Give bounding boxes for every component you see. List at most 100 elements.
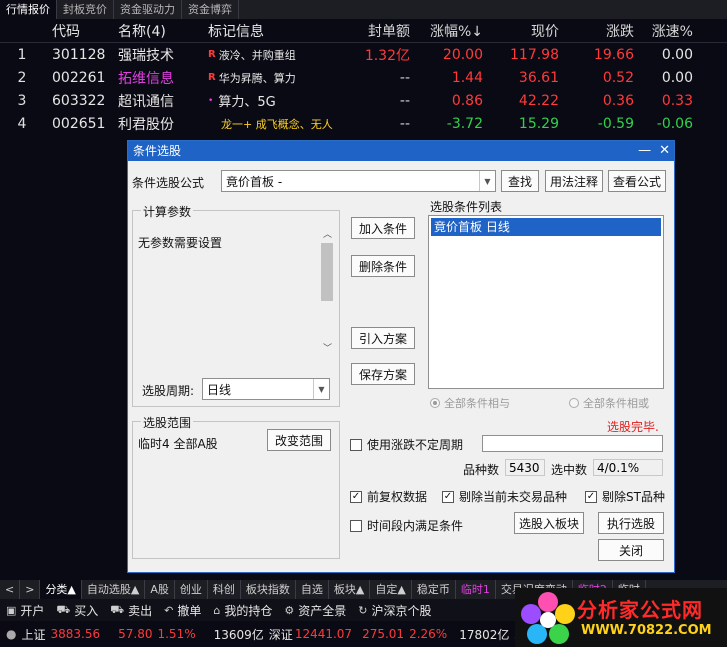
chevron-down-icon[interactable]: ▼ bbox=[313, 379, 329, 399]
chevron-down-icon[interactable]: ▼ bbox=[479, 171, 495, 191]
header-price[interactable]: 现价 bbox=[483, 19, 559, 42]
speed: 0.00 bbox=[661, 46, 693, 63]
header-speed[interactable]: 涨速% bbox=[634, 19, 693, 42]
cancel-order-label: 撤单 bbox=[177, 603, 202, 618]
dialog-title: 条件选股 bbox=[128, 141, 674, 161]
scroll-right-icon[interactable]: > bbox=[20, 580, 41, 599]
usage-notes-button[interactable]: 用法注释 bbox=[545, 170, 603, 192]
exclude-st-checkbox[interactable]: ✓ 剔除ST品种 bbox=[585, 488, 665, 505]
header-pct[interactable]: 涨幅%↓ bbox=[410, 19, 483, 42]
speed: 0.33 bbox=[661, 92, 693, 109]
radio-or-label: 全部条件相或 bbox=[583, 397, 649, 410]
price: 15.29 bbox=[518, 115, 559, 132]
chevron-up-icon[interactable]: ︿ bbox=[323, 227, 332, 240]
stock-scope-button[interactable]: ↻ 沪深京个股 bbox=[352, 602, 437, 619]
use-period-label: 使用涨跌不定周期 bbox=[367, 438, 464, 452]
table-row[interactable]: 4 002651 利君股份 龙一+ 成飞概念、无人 -- -3.72 15.29… bbox=[0, 112, 727, 135]
stock-code: 002651 bbox=[52, 115, 106, 132]
add-condition-button[interactable]: 加入条件 bbox=[351, 217, 415, 239]
tab-chinext[interactable]: 创业 bbox=[175, 580, 208, 599]
exclude-untraded-checkbox[interactable]: ✓ 剔除当前未交易品种 bbox=[442, 488, 567, 505]
seal-amount: -- bbox=[399, 92, 410, 109]
period-input[interactable] bbox=[482, 435, 663, 452]
sell-button[interactable]: ⛟ 卖出 bbox=[104, 602, 158, 619]
interval-label: 时间段内满足条件 bbox=[367, 519, 464, 533]
radio-all-or[interactable]: 全部条件相或 bbox=[569, 395, 649, 411]
chevron-down-icon[interactable]: ﹀ bbox=[323, 341, 332, 354]
sh-pct: 1.51% bbox=[157, 627, 196, 641]
radio-all-and[interactable]: 全部条件相与 bbox=[430, 395, 510, 411]
tab-stablecoin[interactable]: 稳定币 bbox=[412, 580, 456, 599]
add-to-board-button[interactable]: 选股入板块 bbox=[514, 512, 584, 534]
stock-name: 强瑞技术 bbox=[118, 47, 174, 64]
watermark-logo: 分析家公式网 WWW.70822.COM bbox=[515, 588, 727, 647]
table-row[interactable]: 3 603322 超讯通信 • 算力、5G -- 0.86 42.22 0.36 … bbox=[0, 89, 727, 112]
header-tag[interactable]: 标记信息 bbox=[208, 19, 348, 42]
tab-fund-game[interactable]: 资金博弈 bbox=[182, 0, 239, 19]
buy-button[interactable]: ⛟ 买入 bbox=[50, 602, 104, 619]
buy-label: 买入 bbox=[74, 603, 99, 618]
tab-seal-bid[interactable]: 封板竞价 bbox=[57, 0, 114, 19]
tab-sector[interactable]: 板块▲ bbox=[329, 580, 371, 599]
count-label: 品种数 bbox=[463, 463, 500, 477]
open-account-button[interactable]: ▣ 开户 bbox=[0, 602, 50, 619]
pct-change: 0.86 bbox=[451, 92, 483, 109]
header-seal[interactable]: 封单额 bbox=[330, 19, 410, 42]
header-code[interactable]: 代码 bbox=[52, 19, 116, 42]
condition-list[interactable]: 竟价首板 日线 bbox=[428, 215, 664, 389]
import-scheme-button[interactable]: 引入方案 bbox=[351, 327, 415, 349]
formula-combo[interactable]: 竟价首板 - ▼ bbox=[221, 170, 496, 192]
stock-name: 利君股份 bbox=[118, 116, 174, 133]
stock-scope-label: 沪深京个股 bbox=[371, 603, 432, 618]
tab-temp-1[interactable]: 临时1 bbox=[456, 580, 496, 599]
scroll-left-icon[interactable]: < bbox=[0, 580, 21, 599]
checkbox-box[interactable]: ✓ bbox=[350, 490, 362, 503]
use-period-checkbox[interactable]: 使用涨跌不定周期 bbox=[350, 436, 463, 453]
count-field: 5430 bbox=[505, 459, 545, 476]
save-scheme-button[interactable]: 保存方案 bbox=[351, 363, 415, 385]
table-row[interactable]: 1 301128 强瑞技术 R 液冷、并购重组 1.32亿 20.00 117.9… bbox=[0, 43, 727, 66]
tab-star[interactable]: 科创 bbox=[208, 580, 241, 599]
stock-tag: R 华为昇腾、算力 bbox=[208, 66, 348, 89]
tab-category[interactable]: 分类▲ bbox=[40, 580, 82, 599]
sh-change: 57.80 bbox=[118, 627, 153, 641]
stock-tag: R 液冷、并购重组 bbox=[208, 43, 348, 66]
tab-auto-select[interactable]: 自动选股▲ bbox=[82, 580, 146, 599]
header-name[interactable]: 名称(4) bbox=[118, 19, 206, 42]
tab-a-share[interactable]: A股 bbox=[145, 580, 175, 599]
assets-button[interactable]: ⚙ 资产全景 bbox=[278, 602, 352, 619]
price: 117.98 bbox=[510, 46, 559, 63]
radio-dot[interactable] bbox=[430, 398, 440, 408]
tab-fund-drive[interactable]: 资金驱动力 bbox=[114, 0, 182, 19]
tab-quotes[interactable]: 行情报价 bbox=[0, 0, 57, 19]
tab-custom[interactable]: 自定▲ bbox=[370, 580, 412, 599]
list-item[interactable]: 竟价首板 日线 bbox=[431, 218, 661, 236]
minimize-icon[interactable]: — bbox=[638, 141, 651, 161]
forward-adjust-checkbox[interactable]: ✓ 前复权数据 bbox=[350, 488, 427, 505]
run-selection-button[interactable]: 执行选股 bbox=[598, 512, 664, 534]
header-change[interactable]: 涨跌 bbox=[559, 19, 634, 42]
tab-watchlist[interactable]: 自选 bbox=[296, 580, 329, 599]
checkbox-box[interactable]: ✓ bbox=[585, 490, 597, 503]
cancel-order-button[interactable]: ↶ 撤单 bbox=[158, 602, 207, 619]
find-button[interactable]: 查找 bbox=[501, 170, 539, 192]
checkbox-box[interactable] bbox=[350, 519, 362, 532]
table-row[interactable]: 2 002261 拓维信息 R 华为昇腾、算力 -- 1.44 36.61 0.5… bbox=[0, 66, 727, 89]
radio-dot[interactable] bbox=[569, 398, 579, 408]
holdings-button[interactable]: ⌂ 我的持仓 bbox=[207, 602, 278, 619]
params-scrollbar[interactable]: ︿ ﹀ bbox=[319, 225, 335, 355]
scroll-thumb[interactable] bbox=[321, 243, 333, 301]
interval-checkbox[interactable]: 时间段内满足条件 bbox=[350, 517, 463, 534]
view-formula-button[interactable]: 查看公式 bbox=[608, 170, 666, 192]
seal-amount: 1.32亿 bbox=[364, 47, 410, 64]
checkbox-box[interactable]: ✓ bbox=[442, 490, 454, 503]
period-combo[interactable]: 日线 ▼ bbox=[202, 378, 330, 400]
close-button[interactable]: 关闭 bbox=[598, 539, 664, 561]
checkbox-box[interactable] bbox=[350, 438, 362, 451]
change-range-button[interactable]: 改变范围 bbox=[267, 429, 331, 451]
delete-condition-button[interactable]: 删除条件 bbox=[351, 255, 415, 277]
tag-text: 算力、5G bbox=[218, 95, 276, 110]
cart-icon: ⛟ bbox=[110, 602, 125, 616]
tab-sector-index[interactable]: 板块指数 bbox=[241, 580, 296, 599]
close-icon[interactable]: ✕ bbox=[659, 141, 670, 161]
